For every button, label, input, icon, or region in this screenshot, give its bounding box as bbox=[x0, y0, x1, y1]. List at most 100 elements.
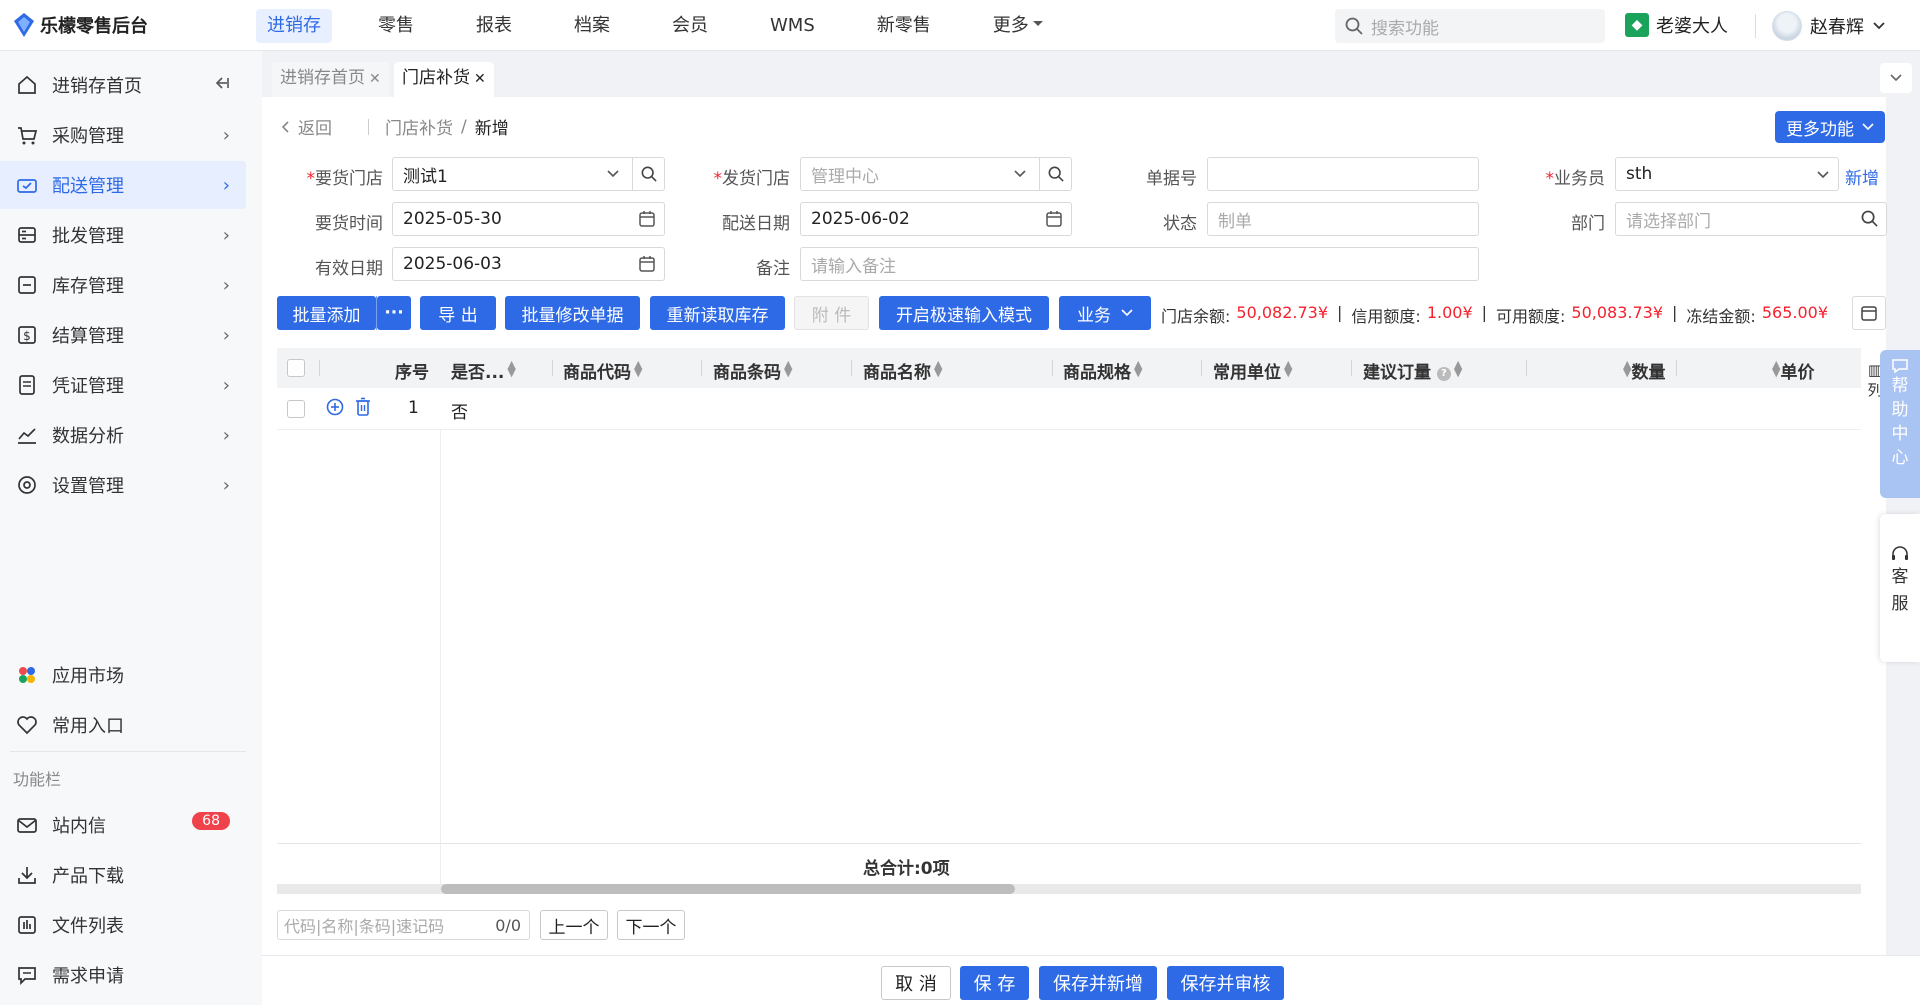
department-select[interactable]: 请选择部门 bbox=[1615, 202, 1887, 236]
col-unit[interactable]: 常用单位 ▲ ▼ bbox=[1213, 358, 1292, 383]
topnav-item-report[interactable]: 报表 bbox=[465, 9, 523, 43]
search-icon[interactable] bbox=[1039, 158, 1071, 190]
batch-edit-button[interactable]: 批量修改单据 bbox=[505, 296, 640, 330]
more-functions-button[interactable]: 更多功能 bbox=[1775, 111, 1885, 143]
col-product-code[interactable]: 商品代码 ▲ ▼ bbox=[563, 358, 642, 383]
col-spec[interactable]: 商品规格 ▲ ▼ bbox=[1063, 358, 1142, 383]
more-functions-label: 更多功能 bbox=[1786, 119, 1854, 140]
salesman-select[interactable]: sth bbox=[1615, 157, 1839, 191]
close-icon[interactable]: ✕ bbox=[474, 71, 486, 87]
search-icon[interactable] bbox=[1861, 210, 1878, 232]
col-product-name[interactable]: 商品名称 ▲ ▼ bbox=[863, 358, 942, 383]
topnav-item-new-retail[interactable]: 新零售 bbox=[866, 9, 942, 43]
help-char: 中 bbox=[1891, 424, 1909, 444]
doc-no-input[interactable] bbox=[1207, 157, 1479, 191]
topnav-item-inventory[interactable]: 进销存 bbox=[256, 9, 332, 43]
export-button[interactable]: 导 出 bbox=[420, 296, 496, 330]
back-button[interactable]: 返回 bbox=[280, 114, 332, 139]
customer-service-panel[interactable]: 客 服 bbox=[1880, 514, 1920, 662]
topnav-item-wms[interactable]: WMS bbox=[759, 9, 826, 43]
sidebar-item-purchase[interactable]: 采购管理 › bbox=[0, 111, 246, 159]
sidebar-item-settings[interactable]: 设置管理 › bbox=[0, 461, 246, 509]
next-match-button[interactable]: 下一个 bbox=[617, 910, 685, 940]
delete-row-icon[interactable] bbox=[354, 397, 372, 422]
col-quantity[interactable]: ▲ ▼数量 bbox=[1620, 358, 1665, 383]
request-time-value: 2025-05-30 bbox=[403, 209, 502, 229]
col-flag[interactable]: 是否... ▲ ▼ bbox=[451, 358, 516, 383]
sidebar-item-voucher[interactable]: 凭证管理 › bbox=[0, 361, 246, 409]
batch-add-button[interactable]: 批量添加 bbox=[277, 296, 376, 330]
chevron-down-icon bbox=[1121, 309, 1133, 317]
table-settings-button[interactable] bbox=[1852, 296, 1886, 330]
sidebar-item-download[interactable]: 产品下载 bbox=[0, 851, 246, 899]
app-logo[interactable]: 乐檬零售后台 bbox=[14, 12, 148, 38]
remark-input[interactable]: 请输入备注 bbox=[800, 247, 1479, 281]
request-store-select[interactable]: 测试1 bbox=[392, 157, 665, 191]
collapse-sidebar-icon[interactable] bbox=[214, 75, 230, 96]
sidebar-item-favorites[interactable]: 常用入口 bbox=[0, 701, 246, 749]
breadcrumb-parent[interactable]: 门店补货 bbox=[385, 114, 453, 139]
cancel-button[interactable]: 取 消 bbox=[881, 966, 951, 1000]
close-icon[interactable]: ✕ bbox=[369, 71, 381, 87]
add-salesman-link[interactable]: 新增 bbox=[1845, 164, 1879, 189]
tab-menu-button[interactable] bbox=[1880, 63, 1912, 93]
prev-match-button[interactable]: 上一个 bbox=[540, 910, 608, 940]
reload-stock-button[interactable]: 重新读取库存 bbox=[650, 296, 785, 330]
table-header: 序号 是否... ▲ ▼ 商品代码 ▲ ▼ 商品条码 ▲ ▼ 商品名称 ▲ ▼ 商品规格 ▲ ▼ 常… bbox=[277, 348, 1861, 388]
sidebar-item-file-list[interactable]: 文件列表 bbox=[0, 901, 246, 949]
column-divider bbox=[701, 360, 702, 376]
save-button[interactable]: 保 存 bbox=[960, 966, 1029, 1000]
col-unit-price[interactable]: ▲ ▼单价 bbox=[1769, 358, 1814, 383]
table-row[interactable]: 1 否 bbox=[277, 388, 1861, 430]
chevron-down-icon bbox=[1862, 123, 1874, 131]
col-barcode[interactable]: 商品条码 ▲ ▼ bbox=[713, 358, 792, 383]
department-label: 部门 bbox=[1571, 214, 1605, 234]
sidebar-item-request[interactable]: 需求申请 bbox=[0, 951, 246, 999]
tab-bar: 进销存首页 ✕ 门店补货 ✕ bbox=[262, 51, 1920, 97]
business-dropdown[interactable]: 业务 bbox=[1059, 296, 1151, 330]
salesman-value: sth bbox=[1626, 164, 1653, 184]
horizontal-scrollbar[interactable] bbox=[277, 884, 1861, 894]
help-center-panel[interactable]: 帮 助 中 心 bbox=[1880, 350, 1920, 498]
sidebar-item-settlement[interactable]: $ 结算管理 › bbox=[0, 311, 246, 359]
sidebar-item-analysis[interactable]: 数据分析 › bbox=[0, 411, 246, 459]
fast-input-button[interactable]: 开启极速输入模式 bbox=[879, 296, 1049, 330]
batch-add-more-button[interactable]: ··· bbox=[377, 296, 411, 330]
col-suggested-qty[interactable]: 建议订量 ?▲ ▼ bbox=[1363, 358, 1462, 383]
tab-store-replenish[interactable]: 门店补货 ✕ bbox=[394, 62, 494, 97]
sidebar-item-label: 产品下载 bbox=[52, 866, 124, 887]
topnav-item-more[interactable]: 更多 bbox=[982, 9, 1054, 43]
valid-date-picker[interactable]: 2025-06-03 bbox=[392, 247, 665, 281]
delivery-date-picker[interactable]: 2025-06-02 bbox=[800, 202, 1072, 236]
save-and-new-button[interactable]: 保存并新增 bbox=[1039, 966, 1157, 1000]
status-value: 制单 bbox=[1218, 211, 1252, 232]
row-checkbox[interactable] bbox=[287, 400, 305, 418]
sidebar-item-distribution[interactable]: 配送管理 › bbox=[0, 161, 246, 209]
calendar-icon bbox=[1045, 210, 1063, 233]
topnav-item-archive[interactable]: 档案 bbox=[563, 9, 621, 43]
sidebar-item-wholesale[interactable]: 批发管理 › bbox=[0, 211, 246, 259]
select-all-checkbox[interactable] bbox=[287, 359, 305, 377]
function-search[interactable]: 搜索功能 bbox=[1335, 9, 1605, 43]
request-time-picker[interactable]: 2025-05-30 bbox=[392, 202, 665, 236]
search-icon[interactable] bbox=[632, 158, 664, 190]
user-name: 赵春辉 bbox=[1810, 17, 1864, 38]
sidebar-item-messages[interactable]: 站内信 68 bbox=[0, 801, 246, 849]
sidebar-item-inventory-home[interactable]: 进销存首页 bbox=[0, 61, 246, 109]
topnav-item-retail[interactable]: 零售 bbox=[367, 9, 425, 43]
shop-selector[interactable]: ◆ 老婆大人 bbox=[1625, 12, 1728, 38]
add-row-icon[interactable] bbox=[326, 398, 344, 421]
row-finder-input[interactable]: 代码|名称|条码|速记码 0/0 bbox=[277, 910, 530, 940]
topnav-item-member[interactable]: 会员 bbox=[661, 9, 719, 43]
attachment-button[interactable]: 附 件 bbox=[794, 296, 869, 330]
sidebar-item-label: 需求申请 bbox=[52, 966, 124, 987]
save-and-audit-button[interactable]: 保存并审核 bbox=[1167, 966, 1284, 1000]
tab-inventory-home[interactable]: 进销存首页 ✕ bbox=[272, 62, 389, 97]
sidebar-item-stock[interactable]: 库存管理 › bbox=[0, 261, 246, 309]
scrollbar-thumb[interactable] bbox=[441, 884, 1015, 894]
sidebar-item-app-market[interactable]: 应用市场 bbox=[0, 651, 246, 699]
ship-store-select[interactable]: 管理中心 bbox=[800, 157, 1072, 191]
user-menu[interactable]: 赵春辉 bbox=[1772, 11, 1886, 41]
column-divider bbox=[319, 360, 320, 376]
row-flag[interactable]: 否 bbox=[451, 398, 468, 423]
